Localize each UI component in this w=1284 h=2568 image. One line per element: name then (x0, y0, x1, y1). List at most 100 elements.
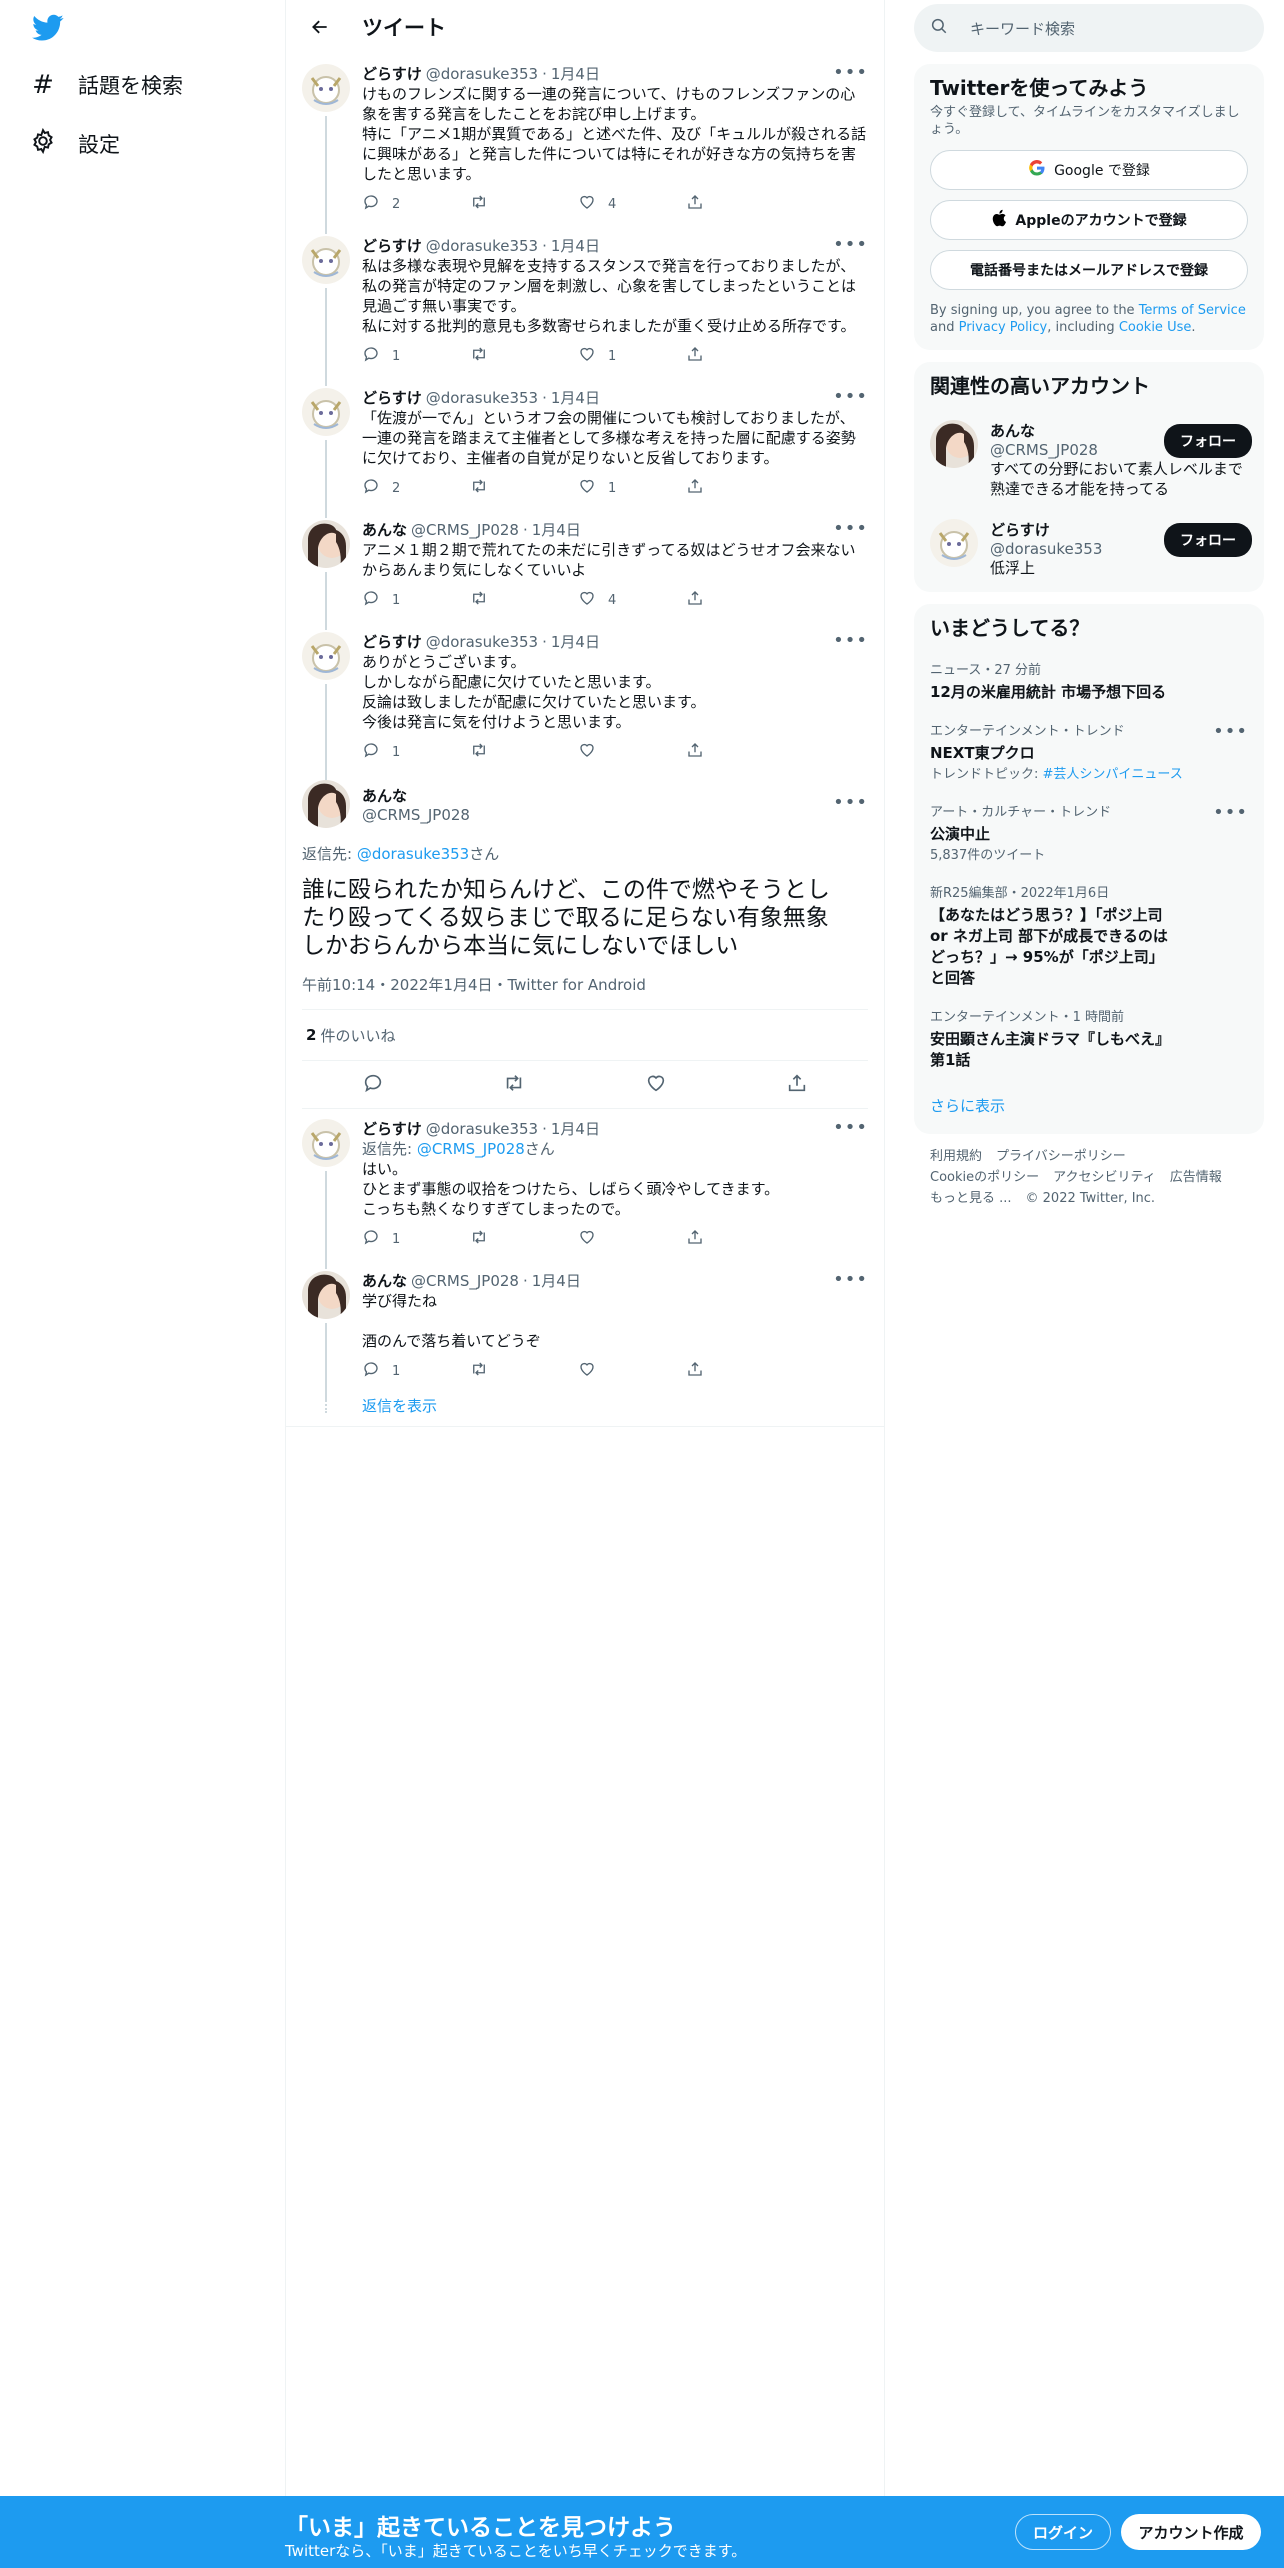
tweet-timestamp[interactable]: 午前10:14・2022年1月4日・Twitter for Android (302, 974, 868, 995)
author-handle[interactable]: @CRMS_JP028 (411, 1271, 519, 1291)
retweet-button[interactable] (470, 589, 578, 611)
author-handle[interactable]: @dorasuke353 (426, 1119, 538, 1139)
avatar[interactable] (930, 519, 978, 567)
related-account[interactable]: あんな @CRMS_JP028 すべての分野において素人レベルまで熟達できる才能… (914, 410, 1264, 509)
phone-signup-button[interactable]: 電話番号またはメールアドレスで登録 (930, 250, 1248, 290)
author-handle[interactable]: @dorasuke353 (426, 236, 538, 256)
footer-link[interactable]: プライバシーポリシー (996, 1149, 1126, 1164)
tweet-date[interactable]: 1月4日 (532, 1271, 581, 1291)
nav-explore[interactable]: # 話題を検索 (30, 70, 183, 100)
author-name[interactable]: あんな (362, 1271, 407, 1291)
tweet[interactable]: ••• どらすけ @dorasuke353 · 1月4日 「佐渡が一でん」というオフ会の開… (286, 378, 884, 518)
apple-signup-button[interactable]: Appleのアカウントで登録 (930, 200, 1248, 240)
author-handle[interactable]: @CRMS_JP028 (362, 806, 470, 824)
more-icon[interactable]: ••• (833, 518, 868, 539)
author-handle[interactable]: @dorasuke353 (426, 632, 538, 652)
avatar[interactable] (302, 1119, 350, 1167)
author-name[interactable]: あんな (362, 520, 407, 540)
more-icon[interactable]: ••• (1213, 721, 1248, 742)
nav-settings[interactable]: 設定 (30, 127, 120, 159)
like-button[interactable] (578, 741, 686, 763)
reply-to-link[interactable]: @dorasuke353 (357, 845, 469, 863)
like-button[interactable]: 1 (578, 477, 686, 499)
reply-button[interactable]: 1 (362, 345, 470, 367)
share-icon[interactable] (786, 1072, 808, 1098)
share-button[interactable] (686, 741, 794, 763)
more-icon[interactable]: ••• (833, 792, 868, 813)
more-icon[interactable]: ••• (833, 234, 868, 255)
tweet-date[interactable]: 1月4日 (551, 632, 600, 652)
tweet-date[interactable]: 1月4日 (551, 64, 600, 84)
related-account[interactable]: どらすけ @dorasuke353 低浮上 フォロー (914, 509, 1264, 592)
more-icon[interactable]: ••• (833, 1117, 868, 1138)
footer-link[interactable]: アクセシビリティ (1053, 1170, 1156, 1185)
like-button[interactable] (578, 1360, 686, 1382)
author-handle[interactable]: @dorasuke353 (426, 388, 538, 408)
more-icon[interactable]: ••• (833, 386, 868, 407)
more-icon[interactable]: ••• (833, 630, 868, 651)
twitter-logo-icon[interactable] (32, 14, 64, 46)
like-button[interactable]: 1 (578, 345, 686, 367)
more-icon[interactable]: ••• (833, 1269, 868, 1290)
tweet[interactable]: ••• どらすけ @dorasuke353 · 1月4日 ありがとうございます。 しかしな… (286, 622, 884, 782)
avatar[interactable] (302, 388, 350, 436)
more-icon[interactable]: ••• (1213, 802, 1248, 823)
tweet-date[interactable]: 1月4日 (551, 388, 600, 408)
follow-button[interactable]: フォロー (1164, 424, 1252, 458)
trend-item[interactable]: エンターテインメント・1 時間前 安田顕さん主演ドラマ『しもべえ』第1話 (914, 999, 1264, 1081)
login-button[interactable]: ログイン (1015, 2514, 1111, 2550)
author-name[interactable]: どらすけ (362, 236, 422, 256)
search-bar[interactable]: キーワード検索 (914, 4, 1264, 52)
tweet[interactable]: ••• どらすけ @dorasuke353 · 1月4日 返信先: @CRMS_JP028… (286, 1109, 884, 1269)
trend-item[interactable]: ••• エンターテインメント・トレンド NEXT東プクロ トレンドトピック: #芸人シ… (914, 713, 1264, 794)
share-button[interactable] (686, 193, 794, 215)
search-input[interactable]: キーワード検索 (970, 18, 1075, 39)
author-name[interactable]: どらすけ (362, 388, 422, 408)
footer-link[interactable]: もっと見る ... (930, 1191, 1012, 1206)
tweet[interactable]: ••• どらすけ @dorasuke353 · 1月4日 私は多様な表現や見解を支持するス… (286, 226, 884, 386)
author-name[interactable]: どらすけ (362, 64, 422, 84)
trend-item[interactable]: ニュース・27 分前 12月の米雇用統計 市場予想下回る (914, 652, 1264, 713)
likes-count[interactable]: 2 件のいいね (302, 1009, 868, 1061)
share-button[interactable] (686, 589, 794, 611)
avatar[interactable] (302, 64, 350, 112)
avatar[interactable] (302, 1271, 350, 1319)
retweet-icon[interactable] (503, 1072, 525, 1098)
like-button[interactable] (578, 1228, 686, 1250)
reply-button[interactable]: 2 (362, 193, 470, 215)
avatar[interactable] (302, 632, 350, 680)
reply-icon[interactable] (362, 1072, 384, 1098)
footer-link[interactable]: 広告情報 (1170, 1170, 1222, 1185)
tweet[interactable]: ••• あんな @CRMS_JP028 · 1月4日 アニメ１期２期で荒れてたの未だに引き… (286, 510, 884, 630)
author-handle[interactable]: @dorasuke353 (426, 64, 538, 84)
retweet-button[interactable] (470, 1360, 578, 1382)
footer-link[interactable]: Cookieのポリシー (930, 1170, 1039, 1185)
more-icon[interactable]: ••• (833, 62, 868, 83)
trend-item[interactable]: ••• アート・カルチャー・トレンド 公演中止 5,837件のツイート (914, 794, 1264, 875)
author-handle[interactable]: @CRMS_JP028 (411, 520, 519, 540)
back-arrow-icon[interactable] (302, 9, 338, 45)
show-more-trends[interactable]: さらに表示 (914, 1081, 1264, 1134)
reply-button[interactable]: 1 (362, 741, 470, 763)
share-button[interactable] (686, 1228, 794, 1250)
trend-item[interactable]: 新R25編集部・2022年1月6日 【あなたはどう思う？】「ポジ上司 or ネガ上… (914, 875, 1264, 999)
author-name[interactable]: どらすけ (362, 632, 422, 652)
retweet-button[interactable] (470, 477, 578, 499)
follow-button[interactable]: フォロー (1164, 523, 1252, 557)
show-replies-link[interactable]: 返信を表示 (362, 1397, 437, 1415)
reply-to-link[interactable]: @CRMS_JP028 (417, 1140, 525, 1158)
tweet-date[interactable]: 1月4日 (532, 520, 581, 540)
tweet-date[interactable]: 1月4日 (551, 236, 600, 256)
cookie-link[interactable]: Cookie Use (1119, 320, 1192, 335)
retweet-button[interactable] (470, 1228, 578, 1250)
reply-button[interactable]: 1 (362, 589, 470, 611)
footer-link[interactable]: 利用規約 (930, 1149, 982, 1164)
tweet[interactable]: ••• どらすけ @dorasuke353 · 1月4日 けものフレンズに関する一連の発言… (286, 54, 884, 234)
retweet-button[interactable] (470, 741, 578, 763)
author-name[interactable]: どらすけ (362, 1119, 422, 1139)
avatar[interactable] (302, 780, 350, 828)
share-button[interactable] (686, 477, 794, 499)
author-name[interactable]: あんな (362, 785, 470, 806)
like-icon[interactable] (645, 1072, 667, 1098)
trend-topic-link[interactable]: #芸人シンパイニュース (1043, 767, 1183, 782)
